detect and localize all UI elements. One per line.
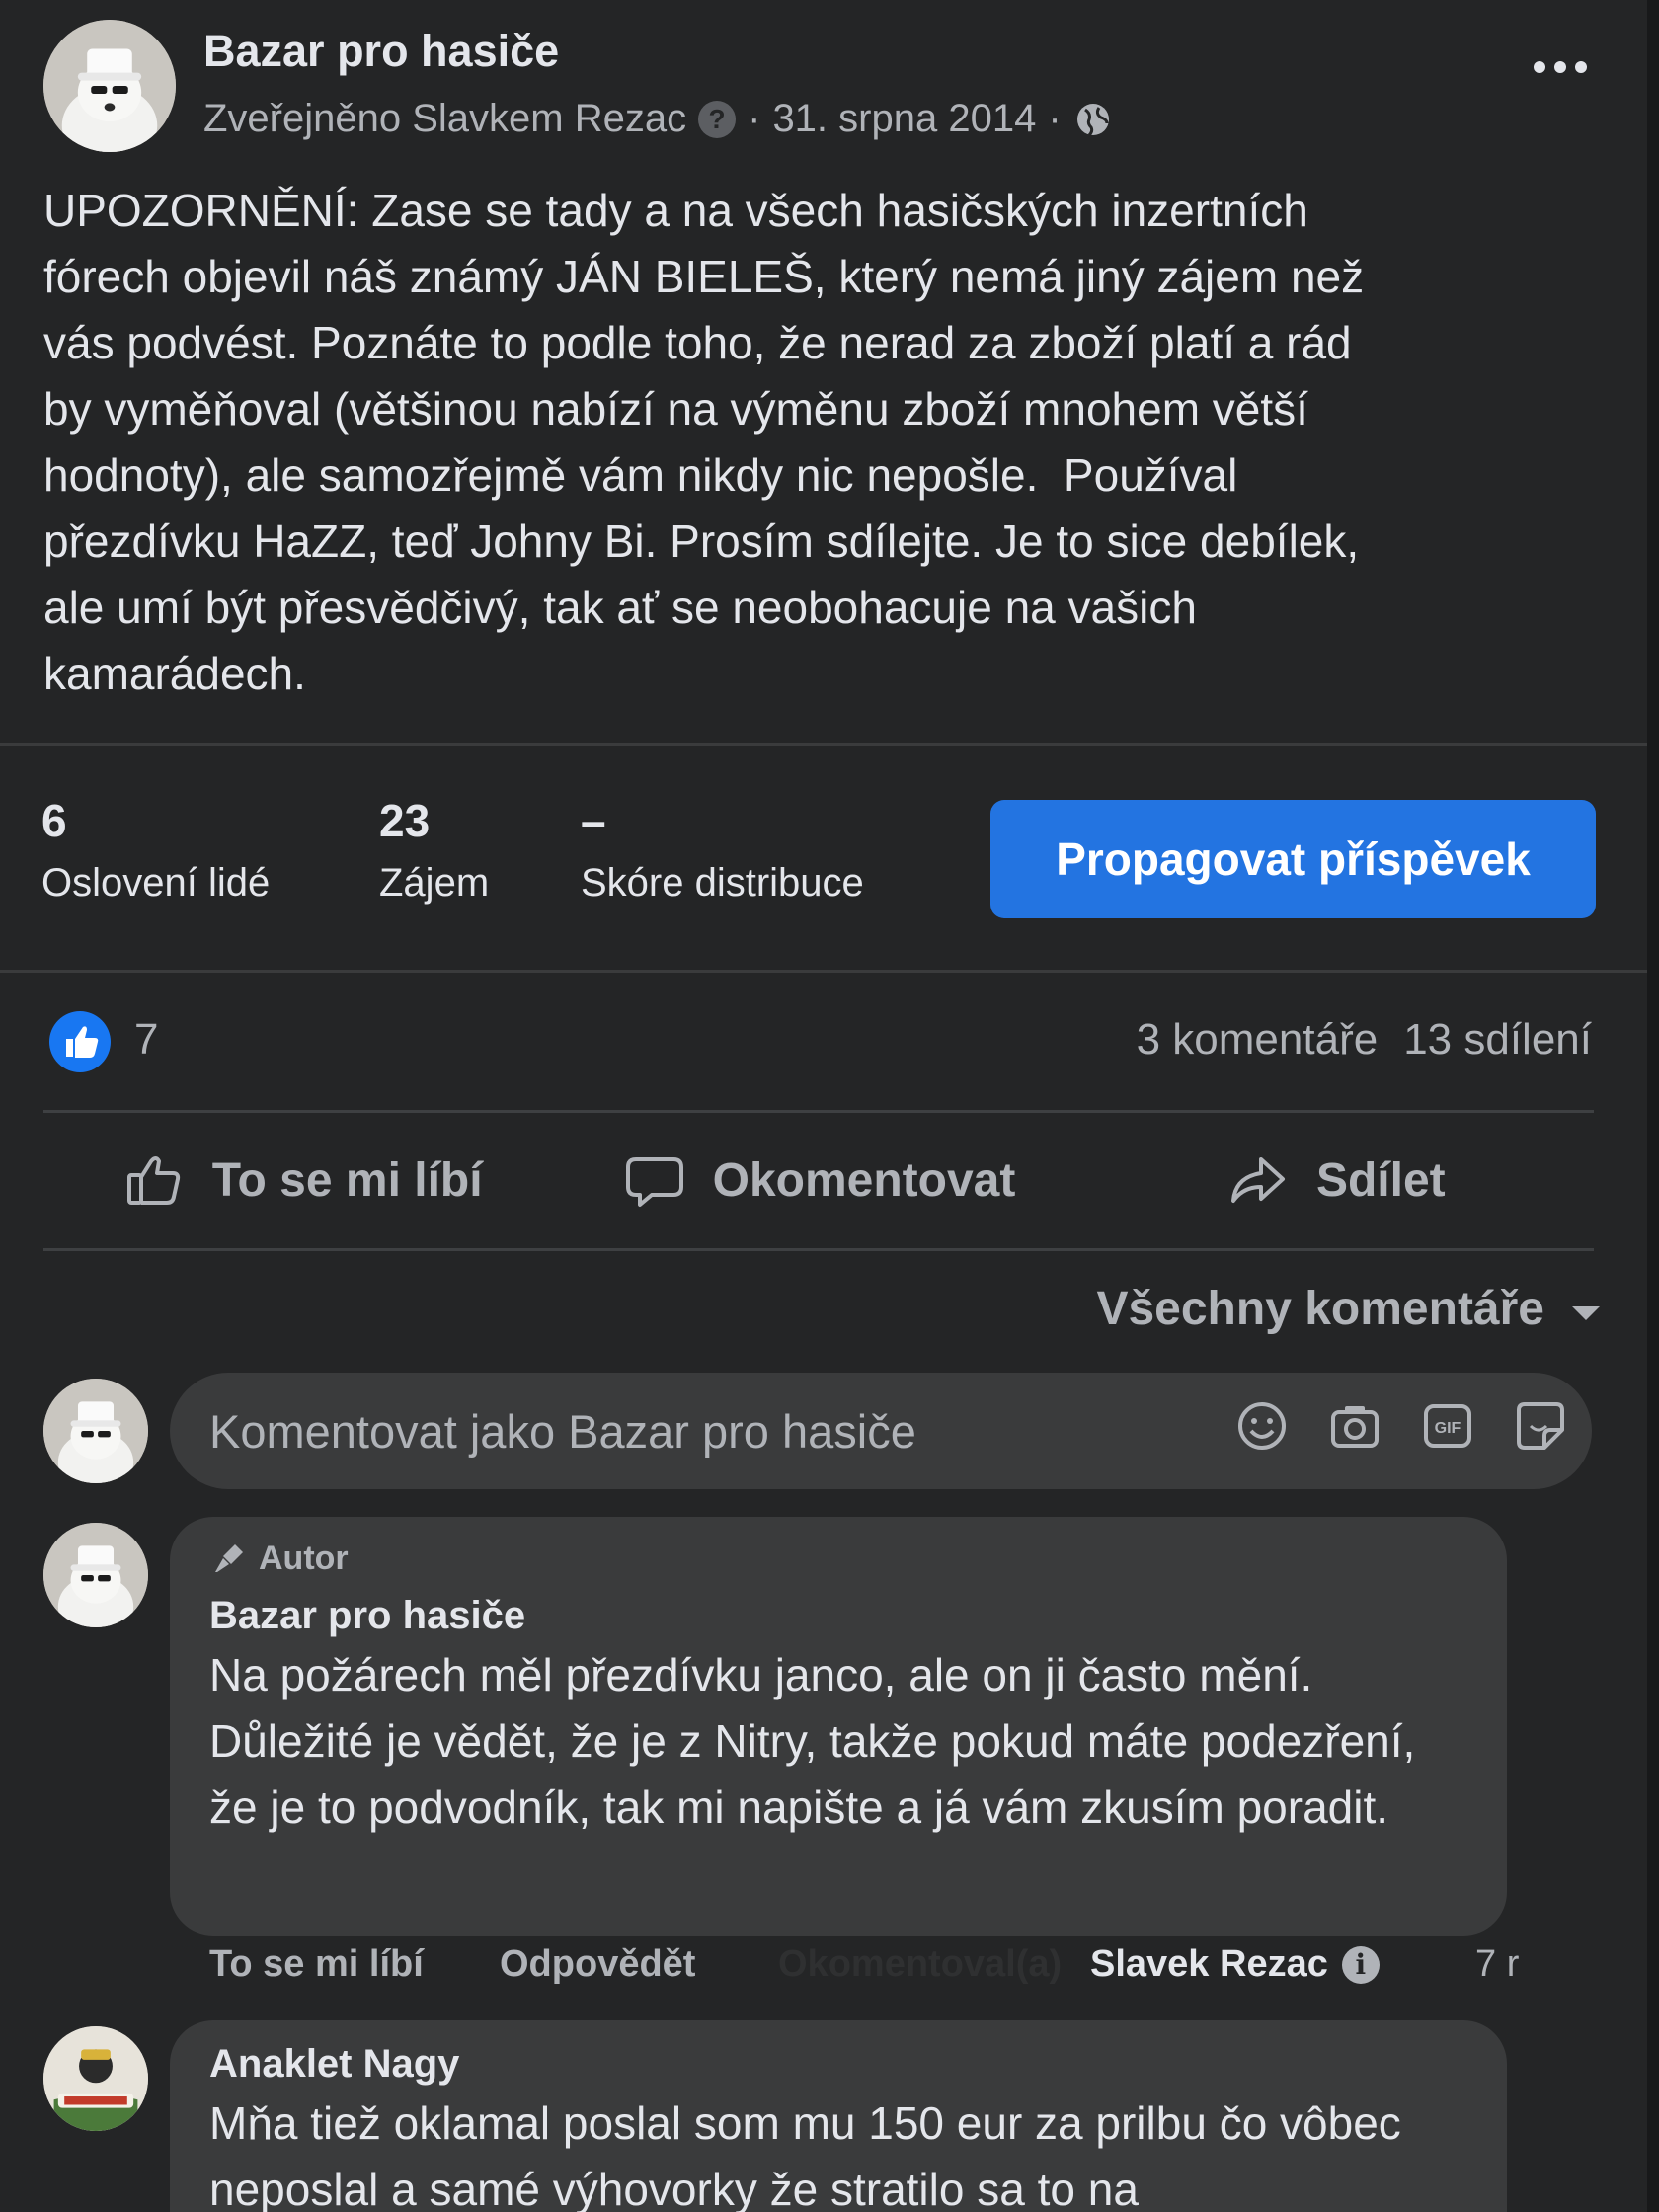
like-count[interactable]: 7 (134, 1015, 158, 1065)
stat-reached[interactable]: 6 Oslovení lidé (41, 794, 270, 906)
divider (43, 1248, 1594, 1251)
comment-reply-button[interactable]: Odpovědět (500, 1943, 695, 1986)
post-page: Bazar pro hasiče Zveřejněno Slavkem Reza… (0, 0, 1659, 2212)
svg-text:GIF: GIF (1435, 1420, 1462, 1437)
comments-count[interactable]: 3 komentáře (1137, 1015, 1379, 1065)
stat-distribution-label: Skóre distribuce (581, 861, 864, 905)
like-reaction-icon[interactable] (49, 1011, 111, 1072)
post-body: UPOZORNĚNÍ: Zase se tady a na všech hasi… (43, 185, 1365, 699)
post-header: Bazar pro hasiče Zveřejněno Slavkem Reza… (43, 20, 1604, 152)
engagement-counts: 3 komentáře 13 sdílení (1137, 1015, 1592, 1065)
commenter-link[interactable]: Slavek Rezac i (1090, 1943, 1380, 1986)
comment-age[interactable]: 7 r (1475, 1943, 1519, 1986)
post-byline: Zveřejněno Slavkem Rezac ? · 31. srpna 2… (203, 97, 1113, 141)
page-name[interactable]: Bazar pro hasiče (203, 26, 559, 77)
commenter-name: Slavek Rezac (1090, 1943, 1328, 1985)
comment-author[interactable]: Bazar pro hasiče (209, 1594, 1467, 1638)
stat-reached-label: Oslovení lidé (41, 861, 271, 905)
comment-bubble: Autor Bazar pro hasiče Na požárech měl p… (170, 1517, 1507, 1936)
divider (0, 970, 1647, 973)
stat-engagement[interactable]: 23 Zájem (379, 794, 489, 906)
byline-author[interactable]: Zveřejněno Slavkem Rezac (203, 97, 686, 141)
composer-avatar[interactable] (43, 1379, 148, 1483)
comment-avatar[interactable] (43, 2026, 148, 2131)
byline-separator: · (1048, 97, 1062, 140)
gif-icon[interactable]: GIF (1418, 1396, 1477, 1456)
help-icon[interactable]: ? (698, 100, 737, 138)
emoji-icon[interactable] (1232, 1396, 1292, 1456)
comment-like-button[interactable]: To se mi líbí (209, 1943, 424, 1986)
like-label: To se mi líbí (211, 1153, 483, 1207)
stat-distribution[interactable]: – Skóre distribuce (581, 794, 864, 906)
page-avatar[interactable] (43, 20, 176, 152)
boost-post-button[interactable]: Propagovat příspěvek (990, 800, 1596, 918)
share-arrow-icon (1230, 1157, 1285, 1203)
more-options-icon[interactable] (1525, 47, 1596, 87)
chevron-down-icon (1572, 1305, 1600, 1320)
thumbs-up-icon (126, 1156, 180, 1205)
share-button[interactable]: Sdílet (1077, 1126, 1594, 1234)
sticker-icon[interactable] (1511, 1396, 1570, 1456)
comment-label: Okomentovat (712, 1153, 1016, 1207)
comment-meta: To se mi líbí Odpovědět Okomentoval(a) S… (209, 1943, 1533, 1993)
camera-icon[interactable] (1325, 1396, 1384, 1456)
post-actions: To se mi líbí Okomentovat Sdílet (43, 1126, 1594, 1234)
globe-icon[interactable] (1073, 100, 1113, 139)
stat-engagement-label: Zájem (379, 861, 490, 905)
post-date[interactable]: 31. srpna 2014 (772, 97, 1036, 141)
composer-tools: GIF (1232, 1396, 1570, 1456)
info-icon[interactable]: i (1341, 1945, 1380, 1984)
comment-composer: GIF (170, 1373, 1592, 1489)
stat-reached-value: 6 (41, 795, 67, 846)
microphone-icon (215, 1544, 243, 1572)
comment-author[interactable]: Anaklet Nagy (209, 2042, 1467, 2087)
share-label: Sdílet (1315, 1153, 1446, 1207)
comment-sort-label: Všechny komentáře (1096, 1283, 1544, 1335)
comment-bubble-icon (625, 1157, 683, 1207)
comment-status-ghost: Okomentoval(a) (778, 1943, 1063, 1985)
stat-engagement-value: 23 (379, 795, 431, 846)
comment-sort-dropdown[interactable]: Všechny komentáře (1096, 1282, 1600, 1336)
author-badge-label: Autor (259, 1539, 349, 1577)
shares-count[interactable]: 13 sdílení (1403, 1015, 1592, 1065)
like-button[interactable]: To se mi líbí (43, 1126, 560, 1234)
divider (43, 1110, 1594, 1113)
comment-text: Na požárech měl přezdívku janco, ale on … (209, 1649, 1416, 1833)
author-badge: Autor (209, 1539, 1467, 1578)
comment-avatar[interactable] (43, 1523, 148, 1627)
byline-separator: · (748, 97, 761, 140)
comment-button[interactable]: Okomentovat (560, 1126, 1076, 1234)
stat-distribution-value: – (581, 795, 606, 846)
scroll-gutter (1647, 0, 1659, 2212)
comment-input[interactable] (209, 1373, 1157, 1489)
reactions-summary: 7 3 komentáře 13 sdílení (49, 1007, 1596, 1076)
comment-bubble: Anaklet Nagy Mňa tiež oklamal poslal som… (170, 2020, 1507, 2212)
divider (0, 743, 1647, 746)
comment-text: Mňa tiež oklamal poslal som mu 150 eur z… (209, 2097, 1401, 2212)
